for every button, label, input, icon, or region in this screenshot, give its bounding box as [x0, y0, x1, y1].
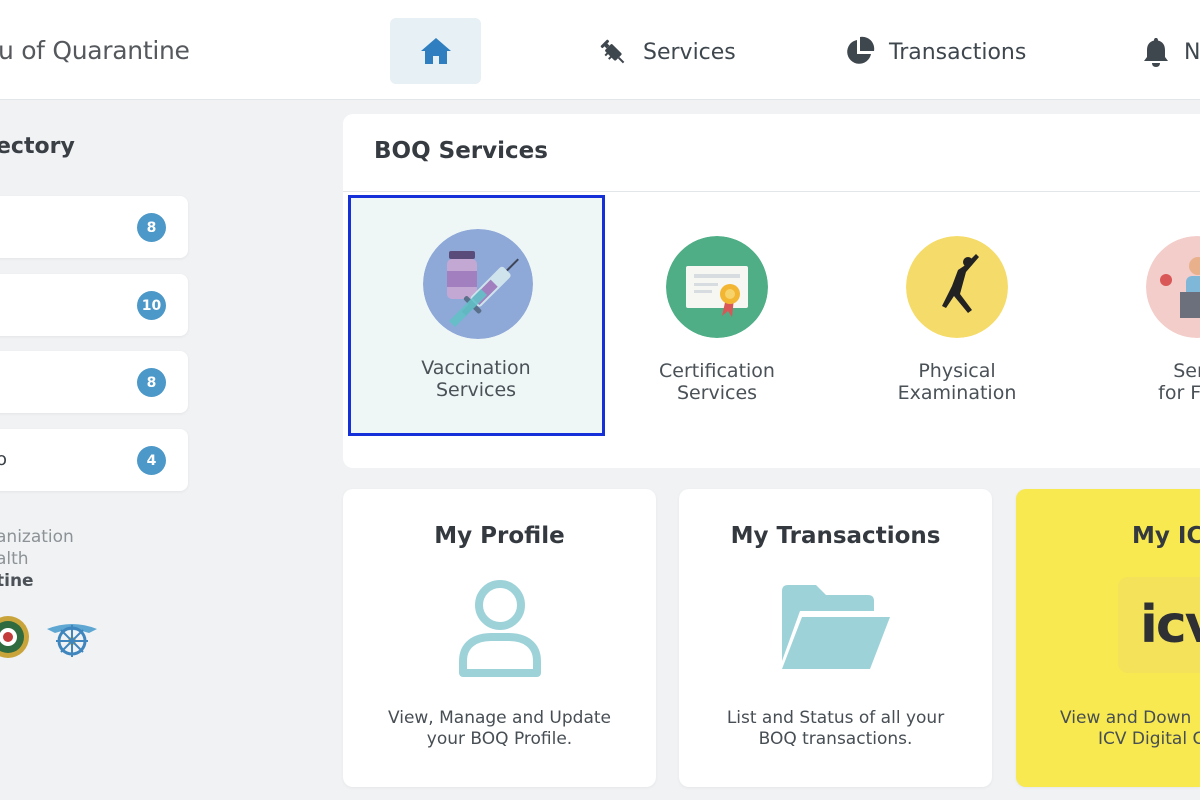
count-badge: 10	[137, 291, 166, 320]
organization-text: anization alth tine	[0, 526, 74, 592]
count-badge: 8	[137, 213, 166, 242]
nav-services[interactable]: Services	[597, 30, 736, 74]
count-badge: 8	[137, 368, 166, 397]
service-label: Certification Services	[587, 360, 847, 404]
boq-services-panel: BOQ Services Vaccination Services Certif…	[343, 114, 1200, 468]
my-profile-card[interactable]: My Profile View, Manage and Update your …	[343, 489, 656, 787]
icv-logo: icv	[1118, 577, 1200, 673]
service-label-line: Physical	[918, 360, 996, 382]
card-description-line: your BOQ Profile.	[426, 729, 573, 749]
service-label-line: Vaccination	[421, 357, 531, 379]
service-label-line: Semi	[1173, 360, 1200, 382]
directory-item[interactable]: 8	[0, 351, 188, 413]
card-description-line: BOQ transactions.	[758, 729, 913, 749]
service-label: Physical Examination	[827, 360, 1087, 404]
certificate-icon	[666, 236, 768, 338]
nav-transactions[interactable]: Transactions	[843, 30, 1026, 74]
services-panel-title: BOQ Services	[374, 138, 548, 164]
nav-transactions-label: Transactions	[889, 39, 1027, 65]
top-navigation-bar: u of Quarantine Services Transactions N	[0, 0, 1200, 100]
home-icon	[420, 38, 451, 64]
services-panel-header: BOQ Services	[343, 114, 1200, 192]
service-label-line: for Food	[1158, 382, 1200, 404]
org-line: tine	[0, 571, 34, 591]
card-description: List and Status of all your BOQ transact…	[679, 708, 992, 750]
doh-seal-logo	[0, 616, 29, 658]
exercise-icon	[906, 236, 1008, 338]
directory-title: ectory	[0, 134, 75, 159]
service-certification[interactable]: Certification Services	[587, 198, 837, 438]
service-label-line: Certification	[659, 360, 775, 382]
service-label-line: Examination	[897, 382, 1017, 404]
site-title[interactable]: u of Quarantine	[0, 36, 190, 65]
org-line: alth	[0, 549, 29, 569]
nav-notifications[interactable]: N	[1142, 30, 1200, 74]
nav-services-label: Services	[643, 39, 736, 65]
service-vaccination[interactable]: Vaccination Services	[348, 195, 605, 436]
count-badge: 4	[137, 446, 166, 475]
card-title: My ICV	[1132, 523, 1200, 549]
directory-item[interactable]: o 4	[0, 429, 188, 491]
bell-icon	[1144, 38, 1168, 67]
service-label: Vaccination Services	[348, 357, 604, 401]
syringe-icon	[600, 39, 625, 64]
my-transactions-card[interactable]: My Transactions List and Status of all y…	[679, 489, 992, 787]
card-title: My Profile	[434, 523, 565, 549]
card-description-line: View, Manage and Update	[387, 708, 612, 728]
nav-home-button[interactable]	[390, 18, 481, 84]
service-physical-examination[interactable]: Physical Examination	[827, 198, 1077, 438]
directory-item[interactable]: 8	[0, 196, 188, 258]
card-title: My Transactions	[730, 523, 941, 549]
seminar-icon	[1146, 236, 1200, 338]
card-description-line: View and Down	[1060, 708, 1192, 728]
nav-notifications-label: N	[1184, 39, 1200, 65]
card-description: View and Down ICV Digital C	[1016, 708, 1200, 750]
pie-chart-icon	[847, 36, 875, 64]
folder-icon	[679, 577, 992, 677]
org-line: anization	[0, 527, 74, 547]
service-label: Semi for Food	[1067, 360, 1200, 404]
my-icv-card[interactable]: My ICV icv View and Down ICV Digital C	[1016, 489, 1200, 787]
directory-item-label: o	[0, 449, 8, 470]
card-description-line: List and Status of all your	[726, 708, 945, 728]
boq-emblem-logo	[47, 624, 97, 657]
service-seminar[interactable]: Semi for Food	[1067, 198, 1200, 438]
service-label-line: Services	[435, 379, 517, 401]
card-description-line: ICV Digital C	[1098, 729, 1200, 749]
service-label-line: Services	[676, 382, 758, 404]
directory-item[interactable]: 10	[0, 274, 188, 336]
card-description: View, Manage and Update your BOQ Profile…	[343, 708, 656, 750]
user-icon	[343, 577, 656, 677]
vaccine-icon	[423, 229, 533, 339]
